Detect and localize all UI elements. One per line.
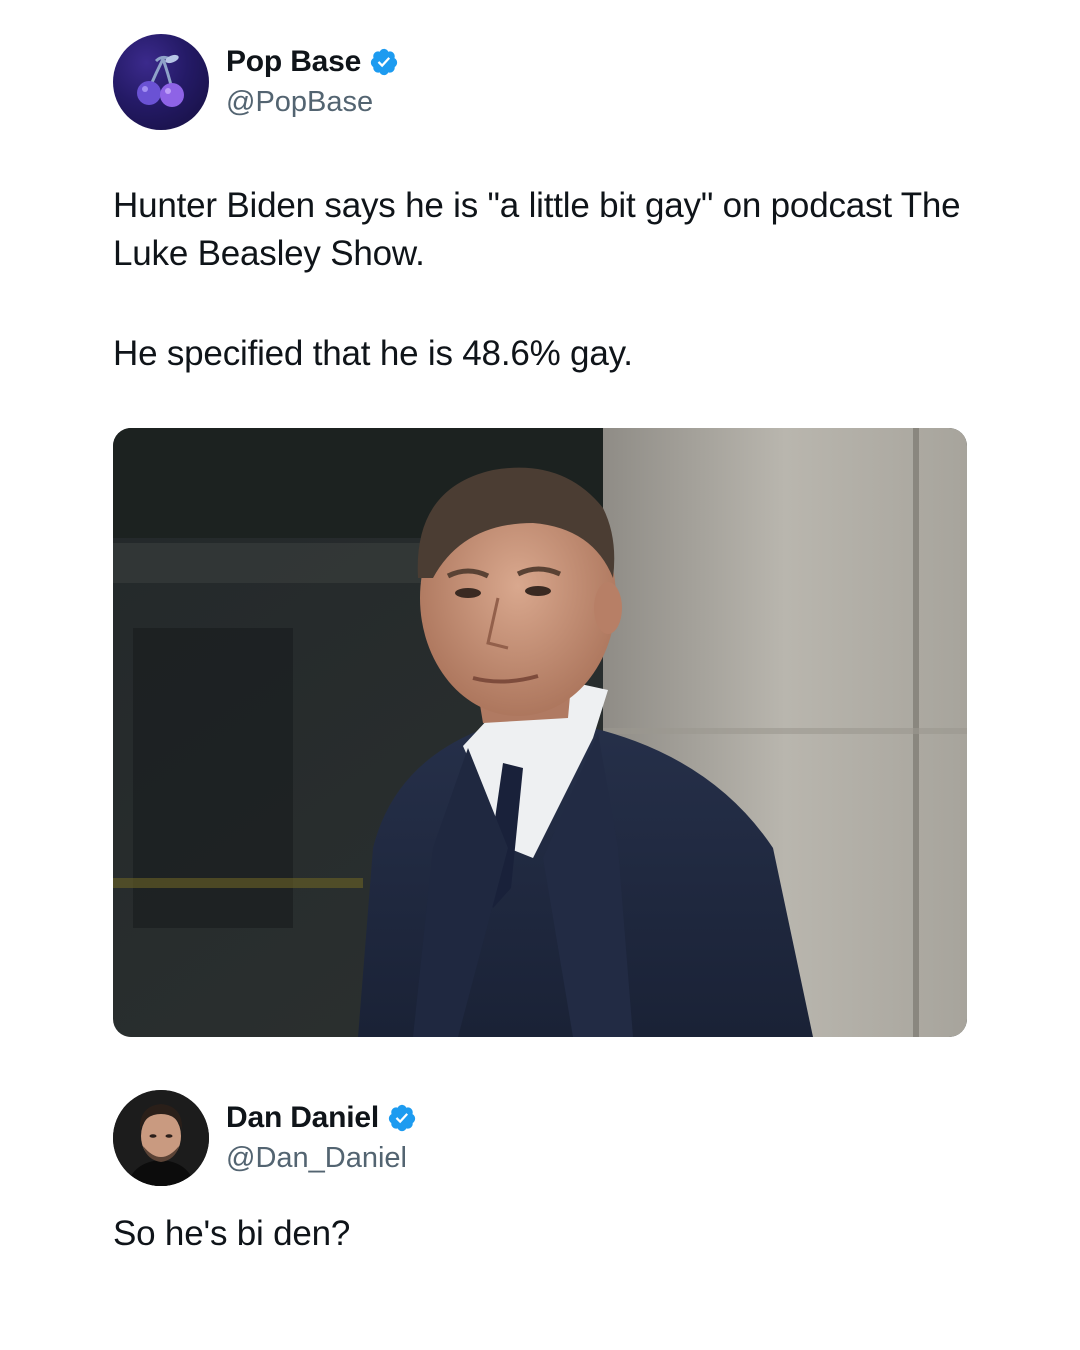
verified-badge-icon — [370, 48, 398, 76]
display-name[interactable]: Pop Base — [226, 44, 361, 80]
display-name[interactable]: Dan Daniel — [226, 1100, 379, 1136]
avatar[interactable] — [113, 34, 209, 130]
author-info: Dan Daniel @Dan_Daniel — [226, 1100, 417, 1176]
tweet-photo[interactable] — [113, 428, 967, 1037]
photo-illustration — [113, 428, 967, 1037]
avatar[interactable] — [113, 1090, 209, 1186]
tweet-header: Pop Base @PopBase — [113, 34, 399, 130]
profile-photo — [113, 1090, 209, 1186]
tweet-text-paragraph: He specified that he is 48.6% gay. — [113, 334, 633, 373]
cherry-icon — [137, 54, 184, 107]
tweet-text-paragraph: Hunter Biden says he is "a little bit ga… — [113, 186, 961, 273]
author-info: Pop Base @PopBase — [226, 44, 399, 120]
tweet-header: Dan Daniel @Dan_Daniel — [113, 1090, 417, 1186]
verified-badge-icon — [388, 1104, 416, 1132]
handle[interactable]: @PopBase — [226, 84, 399, 120]
tweet-text: So he's bi den? — [113, 1214, 351, 1253]
handle[interactable]: @Dan_Daniel — [226, 1140, 417, 1176]
name-row: Dan Daniel — [226, 1100, 417, 1136]
name-row: Pop Base — [226, 44, 399, 80]
